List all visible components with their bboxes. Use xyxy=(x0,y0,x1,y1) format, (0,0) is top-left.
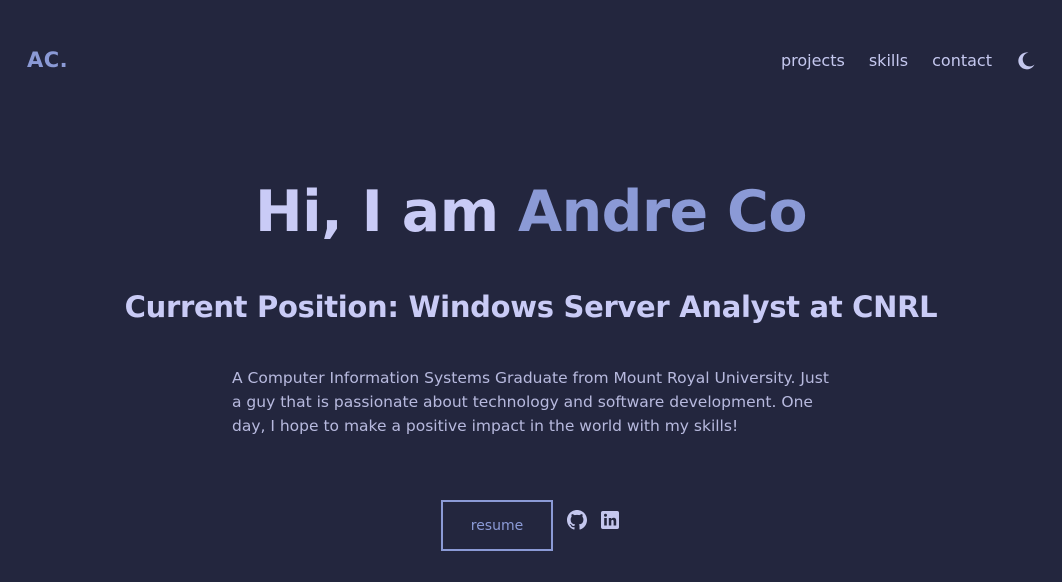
github-icon xyxy=(567,510,587,530)
current-position: Current Position: Windows Server Analyst… xyxy=(124,290,938,324)
hero-greeting: Hi, I am xyxy=(254,179,499,245)
nav-item-projects[interactable]: projects xyxy=(781,51,845,71)
github-link[interactable] xyxy=(567,510,587,530)
hero-actions: resume xyxy=(441,500,633,551)
moon-icon xyxy=(1018,52,1035,70)
logo[interactable]: AC. xyxy=(27,48,68,72)
nav-item-skills[interactable]: skills xyxy=(869,51,908,71)
linkedin-icon xyxy=(601,511,619,529)
bio-text: A Computer Information Systems Graduate … xyxy=(232,369,829,435)
theme-toggle-button[interactable] xyxy=(1016,51,1036,71)
hero-title: Hi, I am Andre Co xyxy=(0,176,1062,248)
linkedin-link[interactable] xyxy=(600,510,620,530)
page: AC. projects skills contact Hi, I am And… xyxy=(0,0,1062,582)
social-links xyxy=(567,510,633,530)
main-nav: projects skills contact xyxy=(781,51,1036,71)
resume-button[interactable]: resume xyxy=(441,500,553,551)
hero-name: Andre Co xyxy=(517,179,808,245)
nav-item-contact[interactable]: contact xyxy=(932,51,992,71)
